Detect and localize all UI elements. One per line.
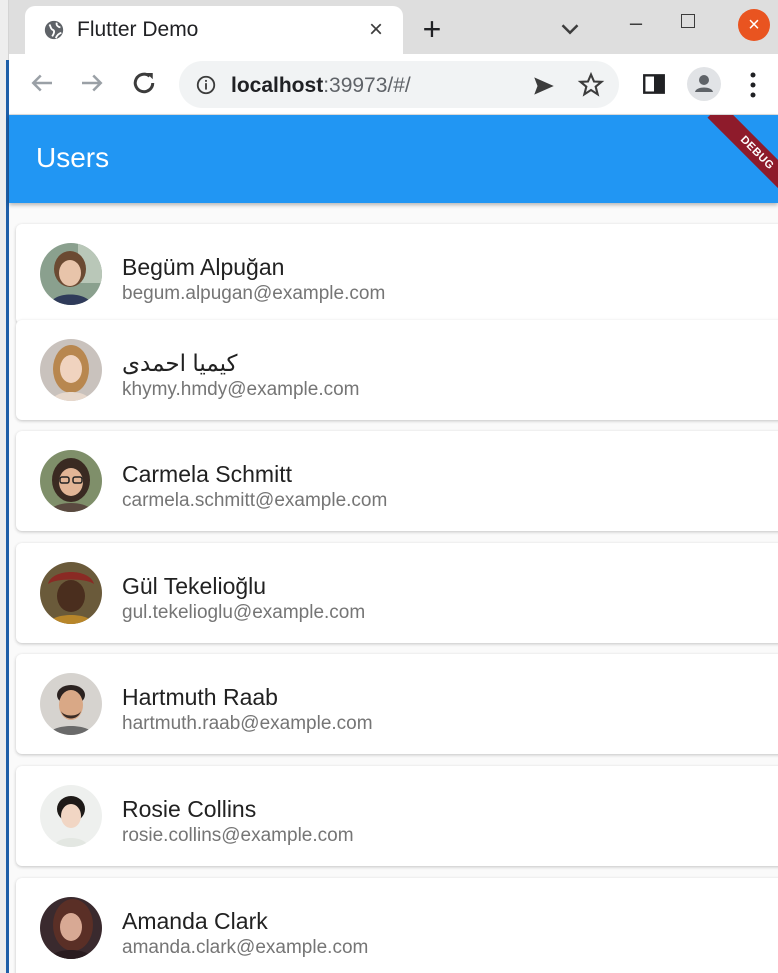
list-item[interactable]: کیمیا احمدی khymy.hmdy@example.com	[16, 320, 778, 420]
user-email: carmela.schmitt@example.com	[122, 490, 388, 511]
avatar	[40, 450, 102, 512]
avatar	[40, 339, 102, 401]
user-email: begum.alpugan@example.com	[122, 283, 386, 304]
reload-icon[interactable]	[129, 68, 159, 98]
list-item[interactable]: Amanda Clark amanda.clark@example.com	[16, 878, 778, 973]
user-name: Carmela Schmitt	[122, 461, 292, 487]
user-name: Hartmuth Raab	[122, 684, 278, 710]
avatar	[40, 562, 102, 624]
maximize-icon[interactable]	[681, 14, 695, 28]
side-panel-icon[interactable]	[641, 71, 667, 97]
user-list: Begüm Alpuğan begum.alpugan@example.com …	[9, 203, 778, 973]
user-name: Gül Tekelioğlu	[122, 573, 267, 599]
list-item[interactable]: Hartmuth Raab hartmuth.raab@example.com	[16, 654, 778, 754]
debug-banner: DEBUG	[707, 115, 778, 203]
left-window-edge	[0, 0, 9, 973]
url-path: :39973/#/	[323, 74, 411, 97]
list-item[interactable]: Carmela Schmitt carmela.schmitt@example.…	[16, 431, 778, 531]
send-icon[interactable]	[531, 73, 557, 99]
profile-icon[interactable]	[687, 67, 721, 101]
list-item[interactable]: Rosie Collins rosie.collins@example.com	[16, 766, 778, 866]
minimize-icon[interactable]: –	[621, 10, 651, 40]
avatar	[40, 897, 102, 959]
plus-icon[interactable]: +	[414, 12, 450, 48]
user-name: کیمیا احمدی	[122, 350, 238, 376]
user-email: gul.tekelioglu@example.com	[122, 602, 366, 623]
forward-arrow-icon[interactable]	[77, 68, 107, 98]
info-icon[interactable]	[195, 74, 217, 96]
user-name: Amanda Clark	[122, 908, 268, 934]
user-email: khymy.hmdy@example.com	[122, 379, 360, 400]
globe-icon	[44, 20, 64, 40]
user-email: hartmuth.raab@example.com	[122, 713, 373, 734]
close-icon[interactable]: ×	[361, 16, 391, 44]
avatar	[40, 673, 102, 735]
user-email: amanda.clark@example.com	[122, 937, 369, 958]
browser-window: Flutter Demo × + – × localhost:39973/#/ …	[0, 0, 778, 973]
browser-toolbar: localhost:39973/#/	[9, 54, 778, 115]
avatar	[40, 785, 102, 847]
app-bar: Users DEBUG	[9, 115, 778, 203]
more-vert-icon[interactable]	[747, 70, 759, 100]
tab-title: Flutter Demo	[77, 18, 199, 41]
tab-strip: Flutter Demo × + – ×	[9, 0, 778, 54]
url-text: localhost:39973/#/	[231, 74, 411, 98]
star-icon[interactable]	[577, 71, 605, 99]
address-bar[interactable]: localhost:39973/#/	[179, 61, 619, 108]
user-name: Begüm Alpuğan	[122, 254, 285, 280]
chevron-down-icon[interactable]	[555, 14, 585, 44]
list-item[interactable]: Gül Tekelioğlu gul.tekelioglu@example.co…	[16, 543, 778, 643]
window-close-icon[interactable]: ×	[738, 9, 770, 41]
user-name: Rosie Collins	[122, 796, 257, 822]
back-arrow-icon[interactable]	[27, 68, 57, 98]
list-item[interactable]: Begüm Alpuğan begum.alpugan@example.com	[16, 224, 778, 324]
page-title: Users	[36, 142, 110, 173]
url-host: localhost	[231, 74, 324, 97]
user-email: rosie.collins@example.com	[122, 825, 354, 846]
avatar	[40, 243, 102, 305]
browser-tab[interactable]: Flutter Demo ×	[25, 6, 403, 54]
